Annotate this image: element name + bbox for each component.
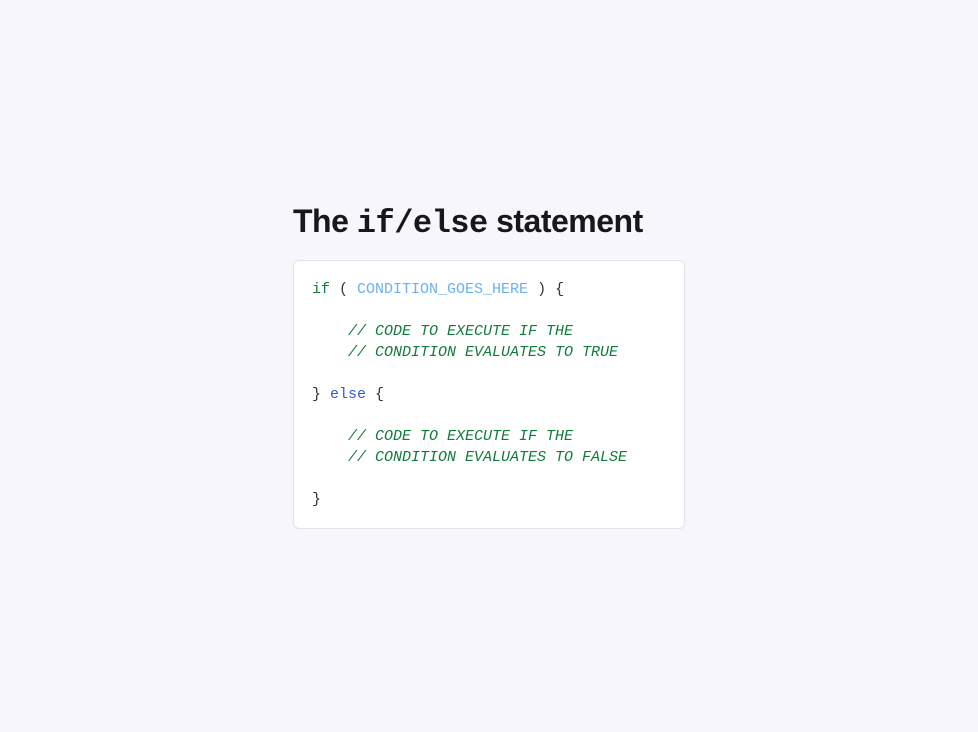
keyword-else: else — [330, 386, 366, 403]
keyword-if: if — [312, 281, 330, 298]
code-text: { — [366, 386, 384, 403]
title-suffix: statement — [488, 203, 643, 239]
title-code-else: else — [413, 205, 488, 242]
content-container: The if/else statement if ( CONDITION_GOE… — [293, 203, 685, 529]
code-text: ) { — [528, 281, 564, 298]
code-comment: // CONDITION EVALUATES TO FALSE — [348, 449, 627, 466]
code-indent — [312, 323, 348, 340]
title-code-if: if — [357, 205, 394, 242]
code-text: } — [312, 491, 321, 508]
code-indent — [312, 449, 348, 466]
title-prefix: The — [293, 203, 357, 239]
title-slash: / — [394, 205, 413, 242]
code-comment: // CODE TO EXECUTE IF THE — [348, 323, 573, 340]
code-block: if ( CONDITION_GOES_HERE ) { // CODE TO … — [293, 260, 685, 529]
code-indent — [312, 428, 348, 445]
condition-placeholder: CONDITION_GOES_HERE — [357, 281, 528, 298]
code-comment: // CODE TO EXECUTE IF THE — [348, 428, 573, 445]
page-title: The if/else statement — [293, 203, 685, 242]
code-indent — [312, 344, 348, 361]
code-text: ( — [330, 281, 357, 298]
code-text: } — [312, 386, 330, 403]
code-comment: // CONDITION EVALUATES TO TRUE — [348, 344, 618, 361]
